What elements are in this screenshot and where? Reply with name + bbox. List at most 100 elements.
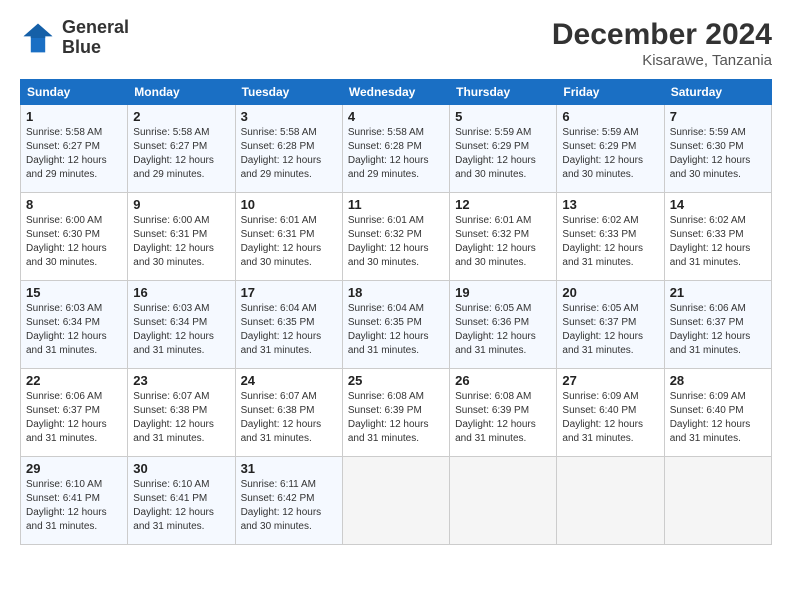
calendar-cell: 4 Sunrise: 5:58 AMSunset: 6:28 PMDayligh…	[342, 105, 449, 193]
main-title: December 2024	[552, 18, 772, 52]
calendar-week-5: 29 Sunrise: 6:10 AMSunset: 6:41 PMDaylig…	[21, 457, 772, 545]
day-info: Sunrise: 6:10 AMSunset: 6:41 PMDaylight:…	[133, 478, 229, 534]
day-info: Sunrise: 6:07 AMSunset: 6:38 PMDaylight:…	[241, 390, 337, 446]
day-number: 21	[670, 285, 766, 300]
day-info: Sunrise: 6:09 AMSunset: 6:40 PMDaylight:…	[670, 390, 766, 446]
day-info: Sunrise: 6:11 AMSunset: 6:42 PMDaylight:…	[241, 478, 337, 534]
day-info: Sunrise: 5:59 AMSunset: 6:30 PMDaylight:…	[670, 126, 766, 182]
day-number: 17	[241, 285, 337, 300]
calendar-cell: 14 Sunrise: 6:02 AMSunset: 6:33 PMDaylig…	[664, 193, 771, 281]
day-number: 12	[455, 197, 551, 212]
day-number: 11	[348, 197, 444, 212]
col-saturday: Saturday	[664, 80, 771, 105]
logo-text: General Blue	[62, 18, 129, 58]
calendar-cell: 23 Sunrise: 6:07 AMSunset: 6:38 PMDaylig…	[128, 369, 235, 457]
day-info: Sunrise: 6:07 AMSunset: 6:38 PMDaylight:…	[133, 390, 229, 446]
day-info: Sunrise: 6:09 AMSunset: 6:40 PMDaylight:…	[562, 390, 658, 446]
calendar-cell: 19 Sunrise: 6:05 AMSunset: 6:36 PMDaylig…	[450, 281, 557, 369]
day-number: 26	[455, 373, 551, 388]
calendar-cell: 3 Sunrise: 5:58 AMSunset: 6:28 PMDayligh…	[235, 105, 342, 193]
day-number: 30	[133, 461, 229, 476]
calendar-week-4: 22 Sunrise: 6:06 AMSunset: 6:37 PMDaylig…	[21, 369, 772, 457]
calendar-cell: 13 Sunrise: 6:02 AMSunset: 6:33 PMDaylig…	[557, 193, 664, 281]
calendar-cell: 15 Sunrise: 6:03 AMSunset: 6:34 PMDaylig…	[21, 281, 128, 369]
day-number: 5	[455, 109, 551, 124]
col-tuesday: Tuesday	[235, 80, 342, 105]
calendar-cell: 6 Sunrise: 5:59 AMSunset: 6:29 PMDayligh…	[557, 105, 664, 193]
day-number: 19	[455, 285, 551, 300]
day-number: 8	[26, 197, 122, 212]
day-info: Sunrise: 5:58 AMSunset: 6:27 PMDaylight:…	[26, 126, 122, 182]
day-number: 13	[562, 197, 658, 212]
day-number: 18	[348, 285, 444, 300]
day-number: 10	[241, 197, 337, 212]
day-info: Sunrise: 5:58 AMSunset: 6:28 PMDaylight:…	[348, 126, 444, 182]
day-number: 3	[241, 109, 337, 124]
day-info: Sunrise: 5:58 AMSunset: 6:28 PMDaylight:…	[241, 126, 337, 182]
day-number: 6	[562, 109, 658, 124]
calendar-cell	[450, 457, 557, 545]
day-number: 27	[562, 373, 658, 388]
calendar-cell: 28 Sunrise: 6:09 AMSunset: 6:40 PMDaylig…	[664, 369, 771, 457]
day-info: Sunrise: 6:05 AMSunset: 6:37 PMDaylight:…	[562, 302, 658, 358]
logo-line2: Blue	[62, 38, 129, 58]
day-info: Sunrise: 6:02 AMSunset: 6:33 PMDaylight:…	[562, 214, 658, 270]
calendar-cell: 2 Sunrise: 5:58 AMSunset: 6:27 PMDayligh…	[128, 105, 235, 193]
day-info: Sunrise: 6:06 AMSunset: 6:37 PMDaylight:…	[670, 302, 766, 358]
day-number: 22	[26, 373, 122, 388]
day-number: 4	[348, 109, 444, 124]
day-info: Sunrise: 6:04 AMSunset: 6:35 PMDaylight:…	[241, 302, 337, 358]
day-number: 23	[133, 373, 229, 388]
calendar-cell: 16 Sunrise: 6:03 AMSunset: 6:34 PMDaylig…	[128, 281, 235, 369]
calendar-cell: 18 Sunrise: 6:04 AMSunset: 6:35 PMDaylig…	[342, 281, 449, 369]
day-number: 24	[241, 373, 337, 388]
header-row: Sunday Monday Tuesday Wednesday Thursday…	[21, 80, 772, 105]
day-number: 1	[26, 109, 122, 124]
calendar-header: Sunday Monday Tuesday Wednesday Thursday…	[21, 80, 772, 105]
calendar-cell: 30 Sunrise: 6:10 AMSunset: 6:41 PMDaylig…	[128, 457, 235, 545]
col-friday: Friday	[557, 80, 664, 105]
calendar-cell: 17 Sunrise: 6:04 AMSunset: 6:35 PMDaylig…	[235, 281, 342, 369]
title-area: December 2024 Kisarawe, Tanzania	[552, 18, 772, 69]
day-info: Sunrise: 6:03 AMSunset: 6:34 PMDaylight:…	[26, 302, 122, 358]
day-info: Sunrise: 6:00 AMSunset: 6:30 PMDaylight:…	[26, 214, 122, 270]
day-info: Sunrise: 6:06 AMSunset: 6:37 PMDaylight:…	[26, 390, 122, 446]
day-info: Sunrise: 6:01 AMSunset: 6:32 PMDaylight:…	[348, 214, 444, 270]
day-number: 15	[26, 285, 122, 300]
day-info: Sunrise: 6:00 AMSunset: 6:31 PMDaylight:…	[133, 214, 229, 270]
logo: General Blue	[20, 18, 129, 58]
day-info: Sunrise: 6:04 AMSunset: 6:35 PMDaylight:…	[348, 302, 444, 358]
day-number: 16	[133, 285, 229, 300]
calendar-cell: 26 Sunrise: 6:08 AMSunset: 6:39 PMDaylig…	[450, 369, 557, 457]
calendar-cell: 29 Sunrise: 6:10 AMSunset: 6:41 PMDaylig…	[21, 457, 128, 545]
day-number: 2	[133, 109, 229, 124]
calendar-cell: 20 Sunrise: 6:05 AMSunset: 6:37 PMDaylig…	[557, 281, 664, 369]
day-info: Sunrise: 6:10 AMSunset: 6:41 PMDaylight:…	[26, 478, 122, 534]
day-info: Sunrise: 6:05 AMSunset: 6:36 PMDaylight:…	[455, 302, 551, 358]
day-info: Sunrise: 6:08 AMSunset: 6:39 PMDaylight:…	[348, 390, 444, 446]
day-number: 29	[26, 461, 122, 476]
calendar-cell: 12 Sunrise: 6:01 AMSunset: 6:32 PMDaylig…	[450, 193, 557, 281]
calendar-cell: 7 Sunrise: 5:59 AMSunset: 6:30 PMDayligh…	[664, 105, 771, 193]
calendar-cell	[664, 457, 771, 545]
calendar-cell: 31 Sunrise: 6:11 AMSunset: 6:42 PMDaylig…	[235, 457, 342, 545]
day-number: 7	[670, 109, 766, 124]
calendar-cell: 11 Sunrise: 6:01 AMSunset: 6:32 PMDaylig…	[342, 193, 449, 281]
day-info: Sunrise: 5:58 AMSunset: 6:27 PMDaylight:…	[133, 126, 229, 182]
calendar-cell	[557, 457, 664, 545]
day-number: 14	[670, 197, 766, 212]
calendar-cell: 22 Sunrise: 6:06 AMSunset: 6:37 PMDaylig…	[21, 369, 128, 457]
page: General Blue December 2024 Kisarawe, Tan…	[0, 0, 792, 555]
day-number: 25	[348, 373, 444, 388]
calendar-cell: 27 Sunrise: 6:09 AMSunset: 6:40 PMDaylig…	[557, 369, 664, 457]
logo-line1: General	[62, 18, 129, 38]
calendar-cell: 10 Sunrise: 6:01 AMSunset: 6:31 PMDaylig…	[235, 193, 342, 281]
calendar-cell: 1 Sunrise: 5:58 AMSunset: 6:27 PMDayligh…	[21, 105, 128, 193]
calendar-week-2: 8 Sunrise: 6:00 AMSunset: 6:30 PMDayligh…	[21, 193, 772, 281]
day-info: Sunrise: 6:01 AMSunset: 6:32 PMDaylight:…	[455, 214, 551, 270]
calendar-cell: 21 Sunrise: 6:06 AMSunset: 6:37 PMDaylig…	[664, 281, 771, 369]
col-sunday: Sunday	[21, 80, 128, 105]
calendar-cell: 9 Sunrise: 6:00 AMSunset: 6:31 PMDayligh…	[128, 193, 235, 281]
day-info: Sunrise: 5:59 AMSunset: 6:29 PMDaylight:…	[562, 126, 658, 182]
day-info: Sunrise: 6:08 AMSunset: 6:39 PMDaylight:…	[455, 390, 551, 446]
